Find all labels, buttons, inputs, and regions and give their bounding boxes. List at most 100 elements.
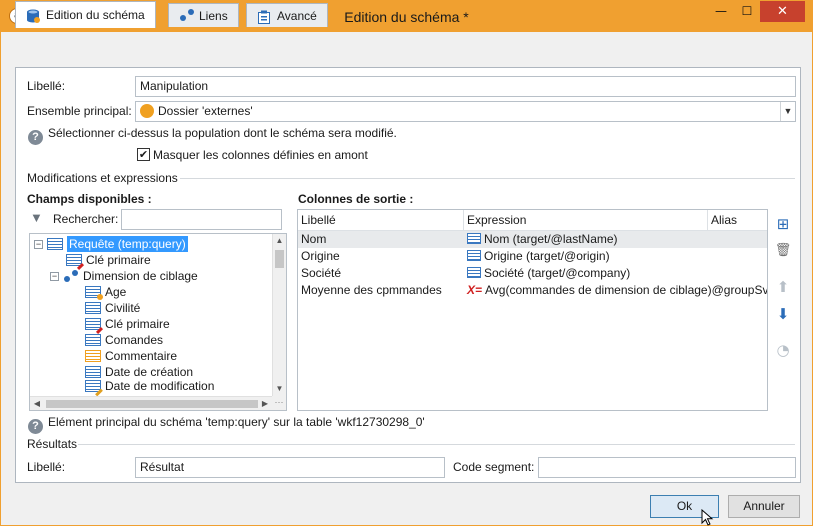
tree-item[interactable]: Clé primaire — [66, 252, 151, 268]
scroll-up-icon[interactable]: ▲ — [273, 234, 286, 248]
modifications-section-title: Modifications et expressions — [27, 171, 178, 185]
scroll-left-icon[interactable]: ◀ — [30, 397, 44, 410]
dialog-window: a Edition du schéma * — ☐ ✕ Edition du s… — [0, 0, 813, 526]
info-text: Sélectionner ci-dessus la population don… — [48, 126, 397, 140]
link-icon — [63, 270, 79, 282]
tree-item[interactable]: − Requête (temp:query) — [34, 236, 188, 252]
column-header-alias[interactable]: Alias — [708, 210, 767, 231]
collapse-icon[interactable]: − — [34, 239, 43, 249]
list-icon — [47, 238, 63, 250]
result-libelle-label: Libellé: — [27, 460, 66, 474]
section-divider — [180, 178, 795, 179]
table-row[interactable]: Moyenne des cpmmandes X= Avg(commandes de… — [298, 282, 767, 299]
cancel-button[interactable]: Annuler — [728, 495, 800, 518]
scroll-thumb[interactable] — [46, 400, 258, 408]
tree-horizontal-scrollbar[interactable]: ◀ ▶ — [30, 396, 272, 410]
key-field-icon — [66, 254, 82, 266]
tree-item-label: Dimension de ciblage — [83, 269, 198, 283]
tab-avance[interactable]: Avancé — [246, 3, 328, 27]
move-up-icon[interactable]: ⬆ — [772, 276, 794, 298]
tree-item-label: Clé primaire — [86, 253, 151, 267]
tree-item[interactable]: Commentaire — [85, 348, 177, 364]
close-button[interactable]: ✕ — [760, 1, 805, 22]
tree-item[interactable]: Age — [85, 284, 126, 300]
add-column-icon[interactable]: ⊞ — [772, 213, 794, 235]
tab-label: Edition du schéma — [46, 8, 145, 22]
chevron-down-icon[interactable]: ▼ — [780, 102, 795, 121]
memo-field-icon — [85, 350, 101, 362]
tree-vertical-scrollbar[interactable]: ▲ ▼ — [272, 234, 286, 396]
maximize-button[interactable]: ☐ — [734, 1, 760, 22]
tab-label: Liens — [199, 8, 228, 23]
delete-icon[interactable]: 🗑 — [772, 240, 794, 262]
list-icon — [85, 334, 101, 346]
link-icon — [179, 8, 194, 23]
schema-info-text: Elément principal du schéma 'temp:query'… — [48, 415, 425, 429]
expression-icon: X= — [467, 283, 483, 297]
date-edit-icon — [85, 380, 101, 392]
scroll-down-icon[interactable]: ▼ — [273, 382, 286, 396]
tab-label: Avancé — [277, 8, 317, 23]
cell-libelle: Moyenne des cpmmandes — [301, 283, 442, 297]
move-down-icon[interactable]: ⬇ — [772, 303, 794, 325]
tab-liens[interactable]: Liens — [168, 3, 239, 27]
output-columns-grid: Libellé Expression Alias Nom Nom (target… — [297, 209, 768, 411]
table-row[interactable]: Nom Nom (target/@lastName) — [298, 231, 767, 248]
result-libelle-field[interactable]: Résultat — [135, 457, 445, 478]
column-header-expression[interactable]: Expression — [464, 210, 708, 231]
tree-item-label: Clé primaire — [105, 317, 170, 331]
libelle-label: Libellé: — [27, 79, 66, 93]
filter-icon: ▼ — [30, 210, 43, 225]
cell-alias — [708, 265, 767, 282]
mask-columns-checkbox[interactable]: ✔ — [137, 148, 150, 161]
results-section-title: Résultats — [27, 437, 78, 451]
computed-field-icon — [85, 286, 103, 300]
list-icon — [467, 250, 481, 261]
population-info: ? Sélectionner ci-dessus la population do… — [28, 126, 397, 145]
tab-edition-schema[interactable]: Edition du schéma — [15, 1, 156, 28]
table-row[interactable]: Origine Origine (target/@origin) — [298, 248, 767, 265]
available-fields-tree: − Requête (temp:query) Clé primaire − Di… — [29, 233, 287, 411]
cell-alias — [708, 231, 767, 248]
tree-item-label: Comandes — [105, 333, 164, 347]
code-segment-field[interactable] — [538, 457, 796, 478]
key-field-icon — [85, 318, 101, 330]
folder-icon — [140, 104, 154, 118]
expression-text: Nom (target/@lastName) — [484, 232, 618, 246]
tree-item[interactable]: Clé primaire — [85, 316, 170, 332]
tree-item[interactable]: Comandes — [85, 332, 163, 348]
mouse-cursor-icon — [701, 509, 714, 526]
search-label: Rechercher: — [53, 212, 119, 226]
distribution-icon[interactable]: ◔ — [772, 339, 794, 361]
section-divider — [78, 444, 795, 445]
tree-item[interactable]: Date de modification — [85, 378, 214, 394]
minimize-button[interactable]: — — [708, 1, 734, 22]
search-input[interactable] — [121, 209, 282, 230]
tree-item[interactable]: Civilité — [85, 300, 140, 316]
tree-item[interactable]: − Dimension de ciblage — [50, 268, 198, 284]
ensemble-principal-select[interactable]: Dossier 'externes' ▼ — [135, 101, 796, 122]
expression-text: Société (target/@company) — [484, 266, 631, 280]
ensemble-principal-value: Dossier 'externes' — [158, 104, 253, 118]
cell-libelle: Nom — [301, 232, 327, 246]
tree-item-label: Age — [105, 285, 127, 299]
available-fields-title: Champs disponibles : — [27, 192, 152, 206]
list-icon — [467, 267, 481, 278]
grid-header: Libellé Expression Alias — [298, 210, 767, 231]
scroll-thumb[interactable] — [275, 250, 284, 268]
resize-grip-icon: ⋯ — [272, 396, 286, 410]
scroll-right-icon[interactable]: ▶ — [258, 397, 272, 410]
cell-libelle: Origine — [301, 249, 340, 263]
cell-alias — [708, 248, 767, 265]
ensemble-principal-label: Ensemble principal: — [27, 104, 132, 118]
table-row[interactable]: Société Société (target/@company) — [298, 265, 767, 282]
libelle-field[interactable]: Manipulation — [135, 76, 796, 97]
column-header-libelle[interactable]: Libellé — [298, 210, 464, 231]
schema-info: ? Elément principal du schéma 'temp:query… — [28, 415, 425, 434]
cell-libelle: Société — [301, 266, 342, 280]
list-icon — [85, 366, 101, 378]
list-icon — [85, 302, 101, 314]
collapse-icon[interactable]: − — [50, 271, 59, 281]
cell-expression: Société (target/@company) — [464, 265, 708, 282]
help-icon: ? — [28, 130, 43, 145]
